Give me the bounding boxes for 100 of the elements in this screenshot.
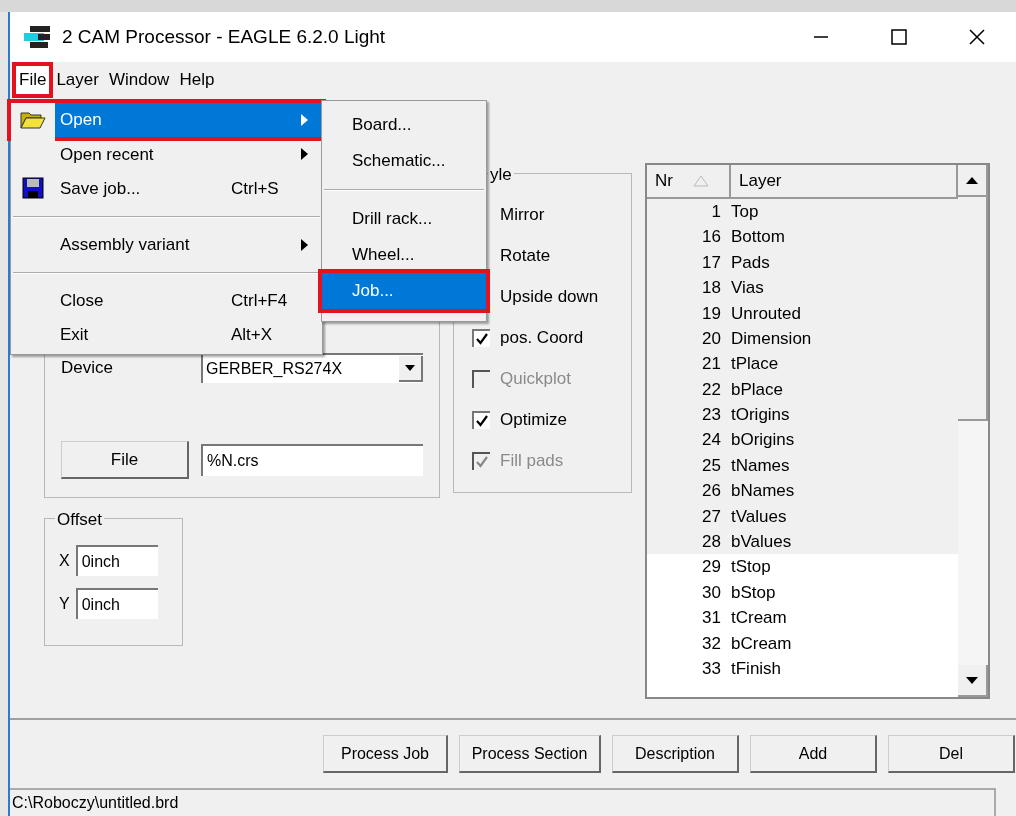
list-row[interactable]: 21 tPlace	[647, 351, 958, 377]
table-cell-text: Vias	[731, 277, 765, 300]
table-cell-text: 21	[701, 353, 722, 376]
list-row[interactable]: 23 tOrigins	[647, 402, 958, 428]
scroll-thumb[interactable]	[958, 197, 988, 421]
menu-item[interactable]: Board...	[322, 107, 486, 143]
list-row[interactable]: 19 Unrouted	[647, 300, 958, 326]
checkbox-label: Optimize	[500, 409, 568, 432]
list-row[interactable]: 24 bOrigins	[647, 427, 958, 453]
table-cell-text: Pads	[731, 251, 771, 274]
table-cell-text: Bottom	[731, 226, 786, 249]
table-cell-text: 31	[701, 607, 722, 630]
maximize-icon	[890, 28, 908, 46]
list-row[interactable]: 25 tNames	[647, 452, 958, 479]
menu-item[interactable]: Exit Alt+X	[11, 317, 322, 353]
list-row[interactable]: 16 Bottom	[647, 224, 958, 250]
action-button[interactable]: Add	[750, 735, 877, 773]
action-button[interactable]: Process Section	[459, 735, 601, 773]
checkbox-label: Upside down	[500, 286, 599, 309]
table-cell-text: 23	[701, 404, 722, 427]
list-row[interactable]: 18 Vias	[647, 275, 958, 301]
table-cell-text: bValues	[731, 531, 793, 554]
table-cell-text: tNames	[731, 454, 791, 477]
column-header[interactable]: Nr	[647, 165, 731, 197]
checkbox-label: Rotate	[500, 245, 551, 268]
file-field[interactable]: %N.crs	[201, 444, 423, 476]
menu-item[interactable]: Assembly variant	[11, 227, 322, 262]
sort-arrow-icon	[692, 175, 709, 187]
list-row[interactable]: 20 Dimension	[647, 325, 958, 352]
checkbox-label: pos. Coord	[500, 327, 584, 350]
scroll-up-icon[interactable]	[958, 165, 988, 197]
column-header[interactable]: Layer	[731, 165, 958, 197]
film-strip-icon	[24, 26, 50, 48]
checkbox-label: Quickplot	[500, 368, 571, 391]
table-cell-text: tPlace	[731, 353, 780, 376]
menu-item[interactable]: Layer	[51, 64, 104, 96]
submenu-arrow-icon	[301, 238, 308, 251]
scrollbar[interactable]	[958, 165, 988, 697]
submenu-arrow-icon	[301, 114, 308, 127]
menu-item[interactable]: Wheel...	[322, 237, 486, 273]
offset-field[interactable]: 0inch	[75, 545, 158, 576]
menu-item[interactable]: File	[14, 64, 52, 96]
offset-field[interactable]: 0inch	[75, 588, 158, 619]
checkbox[interactable]	[472, 329, 490, 347]
table-cell-text: 20	[701, 327, 722, 350]
device-dropdown[interactable]: GERBER_RS274X	[201, 353, 423, 383]
table-cell-text: 1	[710, 200, 722, 223]
table-cell-text: tFinish	[731, 658, 783, 680]
list-row[interactable]: 27 tValues	[647, 503, 958, 530]
minimize-icon	[814, 36, 828, 38]
checkbox[interactable]	[472, 411, 490, 429]
field-label: Device	[61, 357, 114, 380]
table-cell-text: 19	[701, 302, 722, 325]
checkbox-label: Mirror	[500, 204, 545, 227]
table-cell-text: 17	[701, 251, 722, 274]
table-cell-text: 16	[701, 226, 722, 249]
menu-item[interactable]: Drill rack...	[322, 201, 486, 237]
table-cell-text: 29	[701, 556, 722, 579]
table-cell-text: bPlace	[731, 378, 784, 401]
menu-item[interactable]: Window	[103, 64, 175, 96]
action-button[interactable]: Process Job	[323, 735, 448, 773]
list-row[interactable]: 17 Pads	[647, 249, 958, 276]
table-cell-text: bCream	[731, 632, 793, 655]
menu-item[interactable]: Close Ctrl+F4	[11, 283, 322, 318]
table-cell-text: bOrigins	[731, 429, 796, 452]
list-row[interactable]: 28 bValues	[647, 529, 958, 555]
list-row[interactable]: 22 bPlace	[647, 376, 958, 403]
checkbox-label: Fill pads	[500, 450, 564, 473]
list-row[interactable]: 1 Top	[647, 199, 958, 225]
table-cell-text: bNames	[731, 480, 796, 503]
close-icon	[968, 28, 986, 46]
table-cell-text: Unrouted	[731, 302, 802, 325]
list-row[interactable]: 26 bNames	[647, 478, 958, 504]
action-button[interactable]: Description	[612, 735, 739, 773]
table-cell-text: Top	[731, 200, 760, 223]
table-cell-text: tOrigins	[731, 404, 791, 427]
status-bar: C:\Roboczy\untitled.brd	[10, 788, 996, 816]
table-cell-text: Dimension	[731, 327, 813, 350]
table-cell-text: 24	[701, 429, 722, 452]
field-label: Y	[59, 593, 70, 614]
table-cell-text: tStop	[731, 556, 772, 579]
field-label: X	[59, 550, 70, 571]
folder-icon	[20, 110, 46, 131]
table-cell-text: tCream	[731, 607, 788, 630]
scroll-down-icon[interactable]	[958, 665, 988, 697]
table-cell-text: 30	[701, 581, 722, 604]
table-cell-text: 18	[701, 277, 722, 300]
table-cell-text: 27	[701, 505, 722, 528]
window-title: 2 CAM Processor - EAGLE 6.2.0 Light	[62, 24, 386, 49]
file-button[interactable]: File	[61, 441, 189, 479]
menu-item[interactable]: Help	[174, 64, 220, 96]
menu-item[interactable]: Open recent	[11, 137, 322, 172]
action-button[interactable]: Del	[888, 735, 1015, 773]
table-cell-text: 32	[701, 632, 722, 655]
table-cell-text: 26	[701, 480, 722, 503]
table-cell-text: 25	[701, 454, 722, 477]
submenu-arrow-icon	[301, 148, 308, 161]
menu-item[interactable]: Save job... Ctrl+S	[11, 171, 322, 206]
table-cell-text: 28	[701, 531, 722, 554]
menu-item[interactable]: Schematic...	[322, 143, 486, 179]
